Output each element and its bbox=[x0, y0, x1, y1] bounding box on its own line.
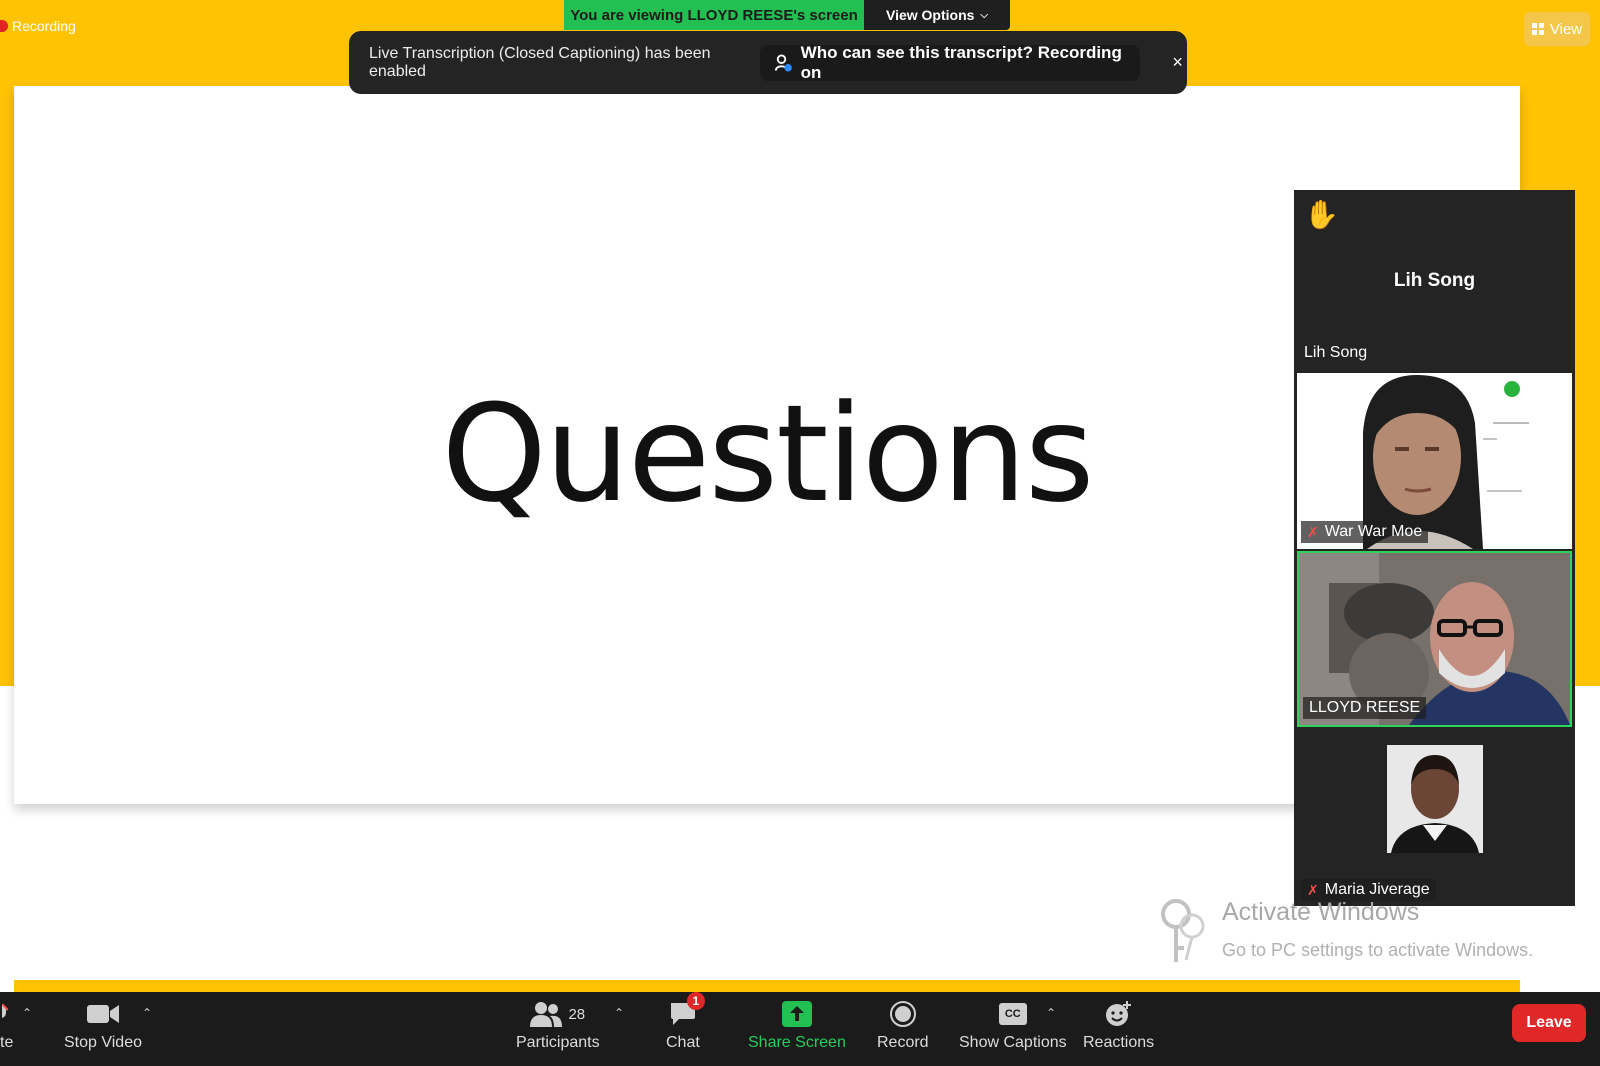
microphone-icon bbox=[0, 1000, 10, 1028]
mic-muted-icon: ✗ bbox=[1307, 523, 1319, 540]
mute-label: te bbox=[0, 1034, 14, 1051]
view-button-label: View bbox=[1549, 20, 1583, 38]
activate-windows-title: Activate Windows bbox=[1222, 898, 1420, 926]
activate-windows-subtitle: Go to PC settings to activate Windows. bbox=[1222, 940, 1534, 960]
show-captions-label: Show Captions bbox=[959, 1034, 1067, 1051]
cc-glyph: CC bbox=[998, 1003, 1027, 1025]
record-button[interactable]: Record bbox=[877, 1000, 929, 1052]
reactions-label: Reactions bbox=[1083, 1034, 1155, 1051]
viewing-screen-banner: You are viewing LLOYD REESE's screen bbox=[564, 0, 864, 30]
record-label: Record bbox=[877, 1034, 929, 1051]
key-icon bbox=[1161, 899, 1205, 962]
participant-name-label: Lih Song bbox=[1298, 342, 1373, 364]
meeting-toolbar: te ⌃ Stop Video ⌃ 28 Participants ⌃ 1 Ch… bbox=[0, 992, 1600, 1066]
participant-name-label: ✗ War War Moe bbox=[1301, 521, 1429, 543]
mute-button[interactable]: te bbox=[0, 1000, 13, 1052]
view-options-label: View Options bbox=[885, 7, 975, 23]
person-info-icon bbox=[774, 54, 792, 71]
close-icon[interactable]: × bbox=[1168, 52, 1187, 73]
participants-icon: 28 bbox=[530, 1000, 585, 1028]
participant-name-label: LLOYD REESE bbox=[1303, 697, 1427, 719]
closed-captions-icon: CC bbox=[998, 1000, 1027, 1028]
recording-indicator[interactable]: Recording bbox=[0, 18, 76, 34]
participant-name: Maria Jiverage bbox=[1324, 881, 1430, 898]
recording-label: Recording bbox=[12, 18, 76, 34]
tile-center-name: Lih Song bbox=[1393, 270, 1476, 291]
record-icon bbox=[889, 1000, 916, 1028]
caret-up-icon[interactable]: ⌃ bbox=[142, 1006, 152, 1020]
participant-video-tile[interactable]: ✗ War War Moe bbox=[1297, 373, 1572, 549]
notification-message: Live Transcription (Closed Captioning) h… bbox=[369, 44, 711, 80]
chevron-down-icon: ⌵ bbox=[980, 9, 989, 21]
share-screen-button[interactable]: Share Screen bbox=[748, 1000, 846, 1052]
grid-view-icon bbox=[1531, 23, 1544, 35]
share-screen-label: Share Screen bbox=[748, 1034, 846, 1051]
chat-bubble-icon: 1 bbox=[669, 992, 705, 1028]
stop-video-button[interactable]: Stop Video bbox=[64, 1000, 142, 1052]
share-screen-icon bbox=[781, 1000, 812, 1028]
view-options-button[interactable]: View Options ⌵ bbox=[864, 0, 1010, 30]
participant-video-tile[interactable]: LLOYD REESE bbox=[1297, 551, 1572, 727]
caret-up-icon[interactable]: ⌃ bbox=[614, 1006, 624, 1020]
slide-bottom-strip bbox=[14, 980, 1520, 992]
chat-label: Chat bbox=[666, 1034, 700, 1051]
transcription-notification: Live Transcription (Closed Captioning) h… bbox=[349, 31, 1187, 94]
reactions-button[interactable]: Reactions bbox=[1083, 1000, 1154, 1052]
smiley-plus-icon bbox=[1105, 1000, 1133, 1028]
chat-unread-badge: 1 bbox=[686, 992, 705, 1010]
leave-button[interactable]: Leave bbox=[1512, 1004, 1586, 1042]
caret-up-icon[interactable]: ⌃ bbox=[22, 1006, 32, 1020]
participant-name: LLOYD REESE bbox=[1309, 699, 1421, 716]
participants-button[interactable]: 28 Participants bbox=[516, 1000, 600, 1052]
participant-name: War War Moe bbox=[1324, 523, 1423, 540]
transcript-visibility-button[interactable]: Who can see this transcript? Recording o… bbox=[759, 42, 1141, 82]
caret-up-icon[interactable]: ⌃ bbox=[1046, 1006, 1056, 1020]
chat-button[interactable]: 1 Chat bbox=[666, 992, 705, 1052]
view-button[interactable]: View bbox=[1524, 12, 1590, 46]
transcript-visibility-label: Who can see this transcript? Recording o… bbox=[800, 42, 1122, 82]
video-camera-icon bbox=[87, 1000, 119, 1028]
participant-profile-photo bbox=[1387, 745, 1483, 853]
activate-windows-watermark: Activate Windows Go to PC settings to ac… bbox=[1156, 896, 1533, 971]
participants-label: Participants bbox=[516, 1034, 600, 1051]
participants-count: 28 bbox=[568, 1005, 586, 1023]
raised-hand-icon: ✋ bbox=[1304, 199, 1339, 230]
participant-name: Lih Song bbox=[1304, 344, 1368, 361]
stop-video-label: Stop Video bbox=[64, 1034, 142, 1051]
mic-muted-icon: ✗ bbox=[1307, 881, 1319, 898]
participant-gallery: ✋ Lih Song Lih Song ✗ War War Moe LLOYD … bbox=[1294, 190, 1575, 906]
recording-dot-icon bbox=[0, 20, 8, 32]
participant-photo-tile[interactable]: ✗ Maria Jiverage bbox=[1297, 729, 1572, 906]
zoom-meeting-window: Questions Recording You are viewing LLOY… bbox=[0, 0, 1600, 1066]
